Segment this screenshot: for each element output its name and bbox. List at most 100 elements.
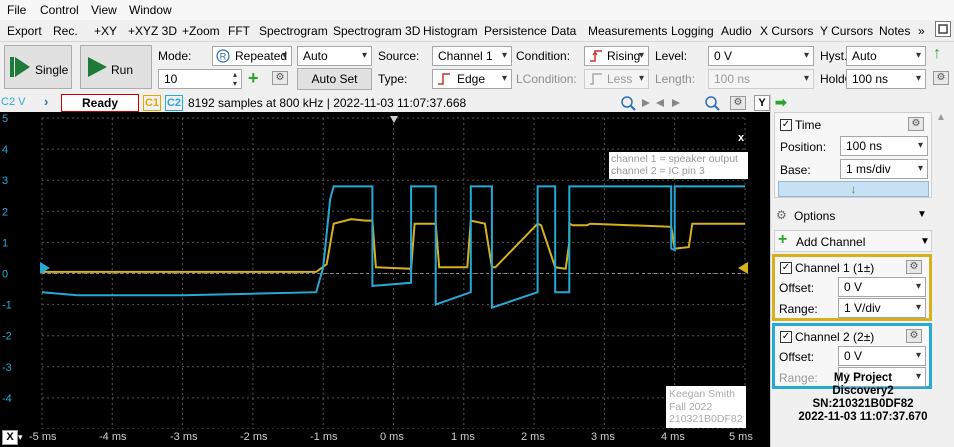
position-input[interactable]: 100 ns ▾ — [840, 136, 928, 156]
menu-window[interactable]: Window — [129, 3, 172, 17]
tabs-more-button[interactable]: » — [918, 24, 925, 38]
acquisition-status-badge: Ready — [61, 94, 139, 112]
auto-set-button[interactable]: Auto Set — [297, 68, 372, 90]
menu-view[interactable]: View — [91, 3, 117, 17]
lcondition-select[interactable]: Less ▾ — [584, 69, 649, 89]
single-button[interactable]: Single — [4, 45, 72, 89]
maximize-icon[interactable] — [935, 21, 951, 37]
source-select[interactable]: Channel 1 ▾ — [432, 46, 512, 66]
gear-icon[interactable]: ⚙ — [933, 71, 949, 85]
channel-1-checkbox[interactable]: ✓ — [780, 262, 792, 274]
length-value: 100 ns — [714, 72, 751, 86]
tab-notes[interactable]: Notes — [879, 24, 910, 38]
options-row[interactable]: ⚙ Options ▼ — [774, 205, 932, 227]
level-value: 0 V — [714, 49, 733, 63]
close-icon[interactable]: x — [738, 132, 744, 144]
ch2-offset-input[interactable]: 0 V ▾ — [838, 346, 926, 366]
arrow-down-icon[interactable]: ↓ — [778, 181, 929, 197]
length-input[interactable]: 100 ns ▾ — [708, 69, 814, 89]
channel-2-checkbox[interactable]: ✓ — [780, 331, 792, 343]
add-icon: + — [778, 231, 788, 248]
gear-icon[interactable]: ⚙ — [730, 96, 746, 110]
ch1-offset-value: 0 V — [844, 280, 863, 294]
tab-xy[interactable]: +XY — [94, 24, 117, 38]
chevron-down-icon: ▾ — [501, 50, 507, 61]
auto-select[interactable]: Auto ▾ — [297, 46, 372, 66]
tab-histogram[interactable]: Histogram — [423, 24, 478, 38]
tab-zoom[interactable]: +Zoom — [182, 24, 220, 38]
pan-right-icon — [672, 99, 680, 107]
gear-icon[interactable]: ⚙ — [272, 71, 288, 85]
y-tick-label: -3 — [2, 362, 12, 374]
tab-export[interactable]: Export — [7, 24, 42, 38]
chevron-right-icon[interactable]: › — [44, 94, 48, 109]
chevron-down-icon: ▾ — [915, 350, 921, 361]
tab-xyz-3d[interactable]: +XYZ 3D — [128, 24, 177, 38]
ch1-range-select[interactable]: 1 V/div ▾ — [838, 298, 926, 318]
options-label: Options — [794, 209, 836, 223]
channel-2-label: Channel 2 (2±) — [795, 330, 875, 344]
run-button[interactable]: Run — [80, 45, 152, 89]
chevron-down-icon[interactable]: ▾ — [18, 432, 23, 443]
type-select[interactable]: Edge ▾ — [432, 69, 512, 89]
gear-icon: ⚙ — [776, 208, 787, 222]
tab-fft[interactable]: FFT — [228, 24, 250, 38]
tab-logging[interactable]: Logging — [671, 24, 714, 38]
rising-edge-icon — [590, 50, 602, 62]
scroll-up-icon[interactable]: ▲ — [936, 112, 946, 123]
y-axis-button[interactable]: Y — [754, 95, 770, 111]
edge-icon — [438, 73, 450, 85]
arrow-right-icon[interactable]: ➡ — [775, 94, 787, 111]
tab-data[interactable]: Data — [551, 24, 576, 38]
y-axis-ticks: 5 4 3 2 1 0 -1 -2 -3 -4 — [2, 113, 12, 405]
y-tick-label: 4 — [2, 144, 8, 156]
x-tick-label: -4 ms — [99, 431, 127, 443]
time-checkbox[interactable]: ✓ — [780, 119, 792, 131]
ch1-offset-input[interactable]: 0 V ▾ — [838, 277, 926, 297]
menu-control[interactable]: Control — [40, 3, 79, 17]
y-tick-label: -1 — [2, 300, 12, 312]
capture-timestamp: 2022-11-03 11:07:37.670 — [798, 411, 928, 423]
tab-spectrogram[interactable]: Spectrogram — [259, 24, 328, 38]
base-label: Base: — [780, 163, 811, 177]
gear-icon[interactable]: ⚙ — [906, 260, 922, 274]
position-value: 100 ns — [846, 139, 883, 153]
acquisition-info: 8192 samples at 800 kHz | 2022-11-03 11:… — [188, 96, 467, 110]
channel-2-toggle[interactable]: C2 — [165, 95, 183, 111]
mode-count-input[interactable]: 10 ▴ ▾ — [158, 69, 242, 89]
base-select[interactable]: 1 ms/div ▾ — [840, 159, 928, 179]
chevron-down-icon: ▾ — [501, 73, 507, 84]
holdoff-input[interactable]: 100 ns ▾ — [846, 69, 926, 89]
legend-line-1: channel 1 = speaker output — [611, 153, 738, 165]
tab-rec[interactable]: Rec. — [53, 24, 78, 38]
tab-measurements[interactable]: Measurements — [588, 24, 667, 38]
tab-spectrogram-3d[interactable]: Spectrogram 3D — [333, 24, 420, 38]
condition-select[interactable]: Rising ▾ — [584, 46, 649, 66]
tab-y-cursors[interactable]: Y Cursors — [820, 24, 873, 38]
legend-note[interactable]: channel 1 = speaker output channel 2 = I… — [609, 152, 748, 179]
hyst-value: Auto — [852, 49, 877, 63]
mode-select[interactable]: R Repeated ▾ — [212, 46, 292, 66]
menu-file[interactable]: File — [7, 3, 26, 17]
oscilloscope-plot[interactable]: 5 4 3 2 1 0 -1 -2 -3 -4 channel 1 = speaker outpu… — [0, 112, 770, 429]
level-input[interactable]: 0 V ▾ — [708, 46, 814, 66]
author-note[interactable]: Keegan Smith Fall 2022 210321B0DF82 — [666, 386, 746, 428]
tab-persistence[interactable]: Persistence — [484, 24, 547, 38]
x-tick-label: -5 ms — [29, 431, 57, 443]
tab-x-cursors[interactable]: X Cursors — [760, 24, 813, 38]
arrow-up-icon[interactable]: ↑ — [933, 45, 941, 63]
hyst-select[interactable]: Auto ▾ — [846, 46, 926, 66]
gear-icon[interactable]: ⚙ — [908, 117, 924, 131]
spinner-icon[interactable]: ▴ ▾ — [233, 70, 237, 88]
ch2-offset-value: 0 V — [844, 349, 863, 363]
channel-1-toggle[interactable]: C1 — [143, 95, 161, 111]
x-axis-button[interactable]: X — [2, 430, 18, 445]
add-icon[interactable]: + — [248, 68, 259, 89]
chevron-down-icon: ▼ — [920, 236, 930, 247]
tab-audio[interactable]: Audio — [721, 24, 752, 38]
add-channel-button[interactable]: + Add Channel ▼ — [774, 230, 932, 252]
chevron-down-icon: ▾ — [803, 50, 809, 61]
chevron-down-icon: ▾ — [638, 50, 644, 61]
gear-icon[interactable]: ⚙ — [906, 329, 922, 343]
channel-1-group: ✓ Channel 1 (1±) ⚙ Offset: 0 V ▾ Range: … — [772, 254, 932, 321]
